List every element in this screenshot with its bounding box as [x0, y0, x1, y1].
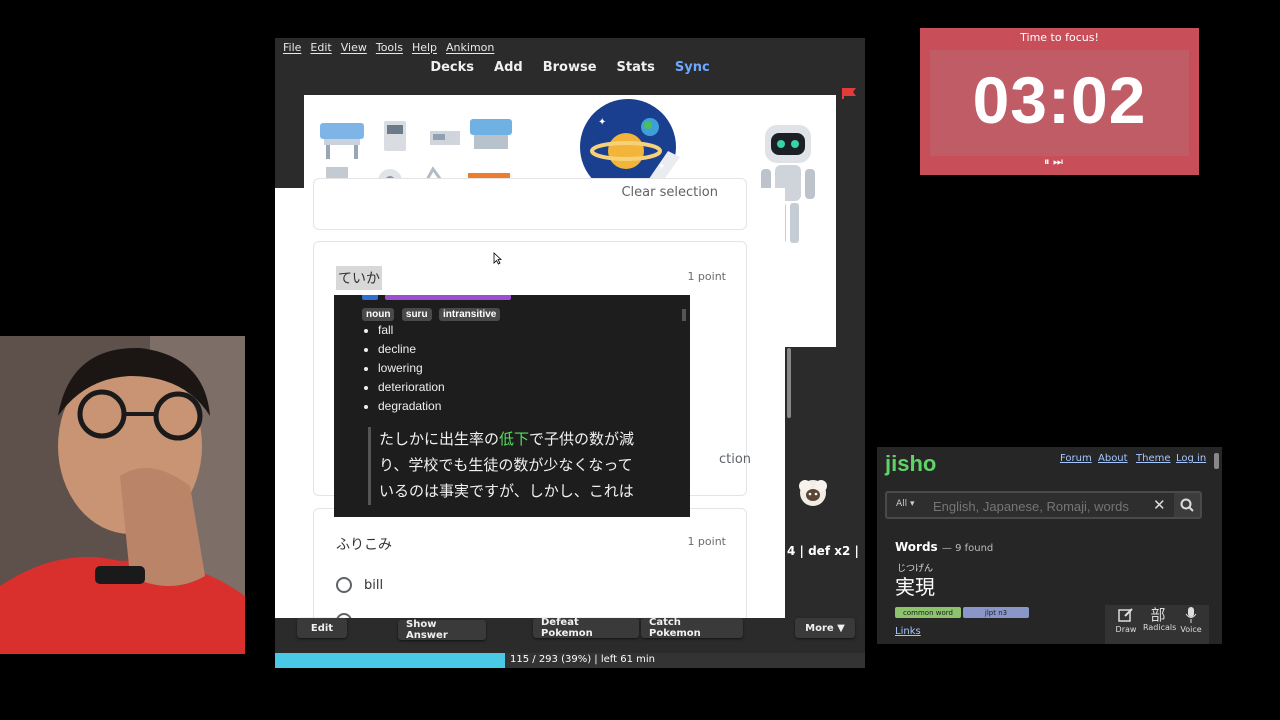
- radio-option-bill[interactable]: [336, 577, 352, 593]
- sync-link[interactable]: Sync: [675, 60, 710, 75]
- result-word[interactable]: 実現: [895, 571, 935, 600]
- combo-overlay-text: 4 | def x2 |: [787, 544, 859, 558]
- sentence-highlight: 低下: [499, 431, 530, 448]
- decks-link[interactable]: Decks: [430, 60, 474, 75]
- microphone-icon: [1185, 607, 1197, 623]
- webcam-person-image: [0, 336, 245, 654]
- option-label: bill: [364, 578, 384, 593]
- more-button[interactable]: More ▼: [795, 618, 855, 638]
- definition-item: fall: [378, 321, 690, 340]
- voice-tool[interactable]: Voice: [1176, 607, 1206, 634]
- search-scope-select[interactable]: All ▾: [896, 499, 915, 509]
- review-area: ✦ ✦ Clear selection ていか 1 point ction ふり…: [275, 88, 865, 618]
- focus-timer: Time to focus! 03:02 ⏸ ⏭: [920, 28, 1199, 175]
- timer-controls[interactable]: ⏸ ⏭: [1044, 155, 1063, 169]
- webcam-feed: [0, 336, 245, 654]
- tag-intransitive: intransitive: [439, 308, 501, 321]
- radical-icon: 部: [1150, 606, 1166, 624]
- jisho-logo-text: jisho: [885, 451, 937, 476]
- medical-equipment-image: [320, 119, 512, 189]
- definition-item: deterioration: [378, 378, 690, 397]
- draw-tool[interactable]: Draw: [1111, 607, 1141, 634]
- login-link[interactable]: Log in: [1176, 453, 1206, 464]
- jisho-window: jisho Forum About Theme Log in All ▾ ✕ W…: [877, 447, 1222, 644]
- menu-file[interactable]: File: [283, 41, 301, 54]
- menu-ankimon[interactable]: Ankimon: [446, 41, 494, 54]
- space-planet-image: ✦ ✦: [580, 99, 680, 189]
- voice-label: Voice: [1180, 625, 1202, 634]
- words-count: — 9 found: [941, 543, 994, 554]
- question-title: ていか: [336, 266, 382, 290]
- search-icon: [1180, 498, 1194, 512]
- definition-item: decline: [378, 340, 690, 359]
- theme-link[interactable]: Theme: [1136, 453, 1171, 464]
- svg-text:✦: ✦: [598, 117, 606, 128]
- pos-tags: noun suru intransitive: [362, 304, 503, 322]
- timer-display: 03:02: [972, 63, 1147, 137]
- sentence-line-1: たしかに出生率の低下で子供の数が減: [379, 431, 635, 448]
- progress-fill: [275, 653, 506, 668]
- menu-tools[interactable]: Tools: [376, 41, 403, 54]
- red-flag-icon[interactable]: [842, 88, 856, 99]
- clear-selection-button[interactable]: Clear selection: [621, 185, 718, 200]
- defeat-pokemon-button[interactable]: Defeat Pokemon: [533, 617, 639, 639]
- question-title: ふりこみ: [336, 537, 392, 553]
- previous-question-card: Clear selection: [313, 178, 747, 230]
- pencil-icon: [1118, 608, 1133, 622]
- jisho-search-bar: All ▾ ✕: [885, 491, 1202, 519]
- definition-list: fall decline lowering deterioration degr…: [334, 321, 690, 416]
- popup-scrollbar[interactable]: [682, 309, 686, 321]
- words-label: Words: [895, 540, 938, 554]
- edit-button[interactable]: Edit: [297, 618, 347, 638]
- about-link[interactable]: About: [1098, 453, 1128, 464]
- menu-help[interactable]: Help: [412, 41, 437, 54]
- jisho-search-input[interactable]: [931, 495, 1145, 517]
- menu-bar: File Edit View Tools Help Ankimon: [275, 38, 865, 56]
- jisho-logo[interactable]: jisho: [885, 451, 936, 477]
- content-scrollbar[interactable]: [787, 348, 791, 418]
- tag-noun: noun: [362, 308, 395, 321]
- sentence-line-3: いるのは事実ですが、しかし、これは: [379, 483, 634, 500]
- clear-selection-partial[interactable]: ction: [719, 452, 751, 467]
- radicals-label: Radicals: [1143, 623, 1177, 632]
- svg-text:✦: ✦: [658, 162, 666, 172]
- tag-suru: suru: [401, 308, 432, 321]
- review-bottom-bar: Edit Show Answer Defeat Pokemon Catch Po…: [275, 617, 865, 648]
- dictionary-popup: noun suru intransitive fall decline lowe…: [334, 295, 690, 517]
- popup-tag-blue: [362, 295, 378, 300]
- anki-window: File Edit View Tools Help Ankimon Decks …: [275, 38, 865, 668]
- mouse-cursor-icon: [493, 252, 502, 265]
- clear-search-icon[interactable]: ✕: [1153, 496, 1166, 514]
- search-button[interactable]: [1174, 493, 1200, 517]
- question-points: 1 point: [687, 270, 726, 283]
- show-answer-button[interactable]: Show Answer: [398, 619, 486, 641]
- jisho-scrollbar[interactable]: [1214, 453, 1219, 469]
- menu-view[interactable]: View: [341, 41, 367, 54]
- words-heading: Words — 9 found: [895, 540, 993, 554]
- sheep-avatar: [799, 480, 827, 506]
- progress-bar: 115 / 293 (39%) | left 61 min: [275, 653, 865, 668]
- stats-link[interactable]: Stats: [617, 60, 655, 75]
- add-link[interactable]: Add: [494, 60, 523, 75]
- question-card-furikomi: ふりこみ 1 point bill: [313, 508, 747, 618]
- browse-link[interactable]: Browse: [543, 60, 597, 75]
- example-sentence: たしかに出生率の低下で子供の数が減 り、学校でも生徒の数が少なくなって いるのは…: [368, 427, 690, 505]
- menu-edit[interactable]: Edit: [310, 41, 331, 54]
- popup-tag-purple: [385, 295, 511, 300]
- definition-item: degradation: [378, 397, 690, 416]
- catch-pokemon-button[interactable]: Catch Pokemon: [641, 617, 743, 639]
- common-word-tag: common word: [895, 607, 961, 618]
- radicals-tool[interactable]: 部 Radicals: [1143, 606, 1177, 632]
- jlpt-tag: jlpt n3: [963, 607, 1029, 618]
- draw-label: Draw: [1115, 625, 1137, 634]
- definition-item: lowering: [378, 359, 690, 378]
- question-points: 1 point: [687, 535, 726, 548]
- timer-title: Time to focus!: [1020, 31, 1099, 44]
- forum-link[interactable]: Forum: [1060, 453, 1092, 464]
- sentence-line-2: り、学校でも生徒の数が少なくなって: [379, 457, 633, 474]
- links-link[interactable]: Links: [895, 626, 921, 637]
- progress-text: 115 / 293 (39%) | left 61 min: [510, 654, 655, 665]
- main-toolbar: Decks Add Browse Stats Sync: [275, 56, 865, 78]
